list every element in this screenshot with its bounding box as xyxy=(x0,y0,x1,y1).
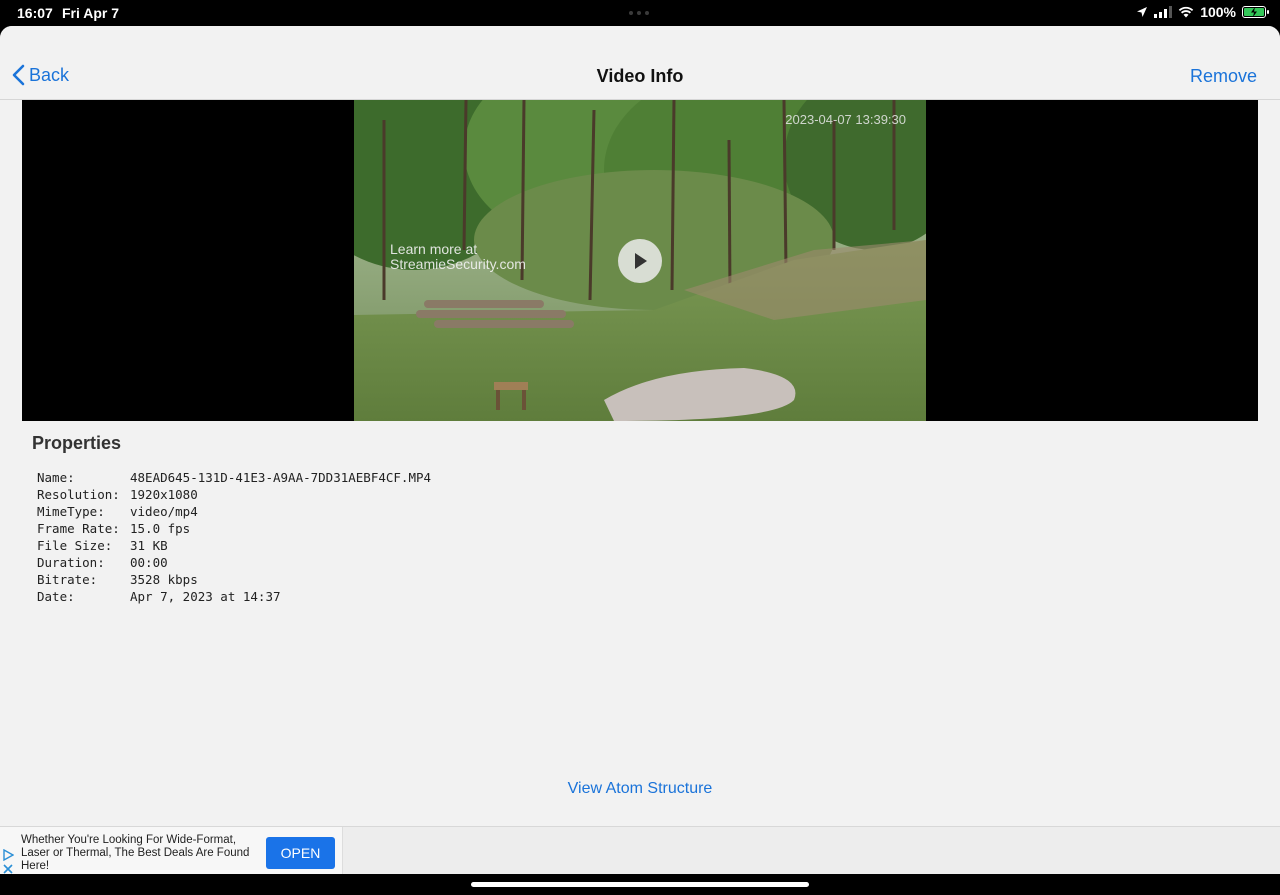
status-time: 16:07 xyxy=(17,5,53,21)
properties-list: Name: 48EAD645-131D-41E3-A9AA-7DD31AEBF4C… xyxy=(37,469,431,605)
property-row-duration: Duration: 00:00 xyxy=(37,555,168,570)
video-info-sheet: Back Video Info Remove 2023-04-07 13:39:… xyxy=(0,26,1280,895)
close-icon[interactable] xyxy=(3,864,13,874)
ad-banner: Whether You're Looking For Wide-Format, … xyxy=(0,826,1280,875)
status-right-group: 100% xyxy=(1136,4,1269,20)
status-date: Fri Apr 7 xyxy=(62,5,120,21)
video-frame: 2023-04-07 13:39:30 Learn more at Stream… xyxy=(354,100,926,421)
property-row-name: Name: 48EAD645-131D-41E3-A9AA-7DD31AEBF4C… xyxy=(37,470,432,485)
remove-button[interactable]: Remove xyxy=(1190,66,1257,87)
video-watermark: Learn more at StreamieSecurity.com xyxy=(390,242,526,272)
battery-charging-icon xyxy=(1242,6,1269,18)
property-row-resolution: Resolution: 1920x1080 xyxy=(37,487,198,502)
play-button[interactable] xyxy=(618,239,662,283)
page-title: Video Info xyxy=(596,66,684,86)
cellular-signal-icon xyxy=(1154,6,1173,18)
status-bar: 16:07 Fri Apr 7 100% xyxy=(0,0,1280,26)
adchoices-icon[interactable] xyxy=(3,849,14,861)
home-indicator-area xyxy=(0,874,1280,895)
watermark-line-1: Learn more at xyxy=(390,241,478,257)
properties-header: Properties xyxy=(32,433,122,453)
ad-open-button[interactable]: OPEN xyxy=(266,837,335,869)
wifi-icon xyxy=(1178,6,1194,18)
multitasking-dots[interactable] xyxy=(629,11,649,15)
video-player[interactable]: 2023-04-07 13:39:30 Learn more at Stream… xyxy=(22,100,1258,421)
property-row-date: Date: Apr 7, 2023 at 14:37 xyxy=(37,589,281,604)
home-indicator[interactable] xyxy=(471,882,809,887)
navigation-bar: Back Video Info Remove xyxy=(0,26,1280,100)
ad-box[interactable]: Whether You're Looking For Wide-Format, … xyxy=(0,827,343,875)
video-timestamp: 2023-04-07 13:39:30 xyxy=(785,112,906,127)
location-icon xyxy=(1137,7,1148,17)
battery-percent: 100% xyxy=(1200,4,1236,20)
property-row-frame-rate: Frame Rate: 15.0 fps xyxy=(37,521,191,536)
property-row-file-size: File Size: 31 KB xyxy=(37,538,168,553)
property-row-bitrate: Bitrate: 3528 kbps xyxy=(37,572,198,587)
ad-text: Whether You're Looking For Wide-Format, … xyxy=(21,834,250,872)
property-row-mimetype: MimeType: video/mp4 xyxy=(37,504,198,519)
watermark-line-2: StreamieSecurity.com xyxy=(390,256,526,272)
play-icon xyxy=(635,253,647,269)
view-atom-structure-button[interactable]: View Atom Structure xyxy=(0,780,1280,798)
